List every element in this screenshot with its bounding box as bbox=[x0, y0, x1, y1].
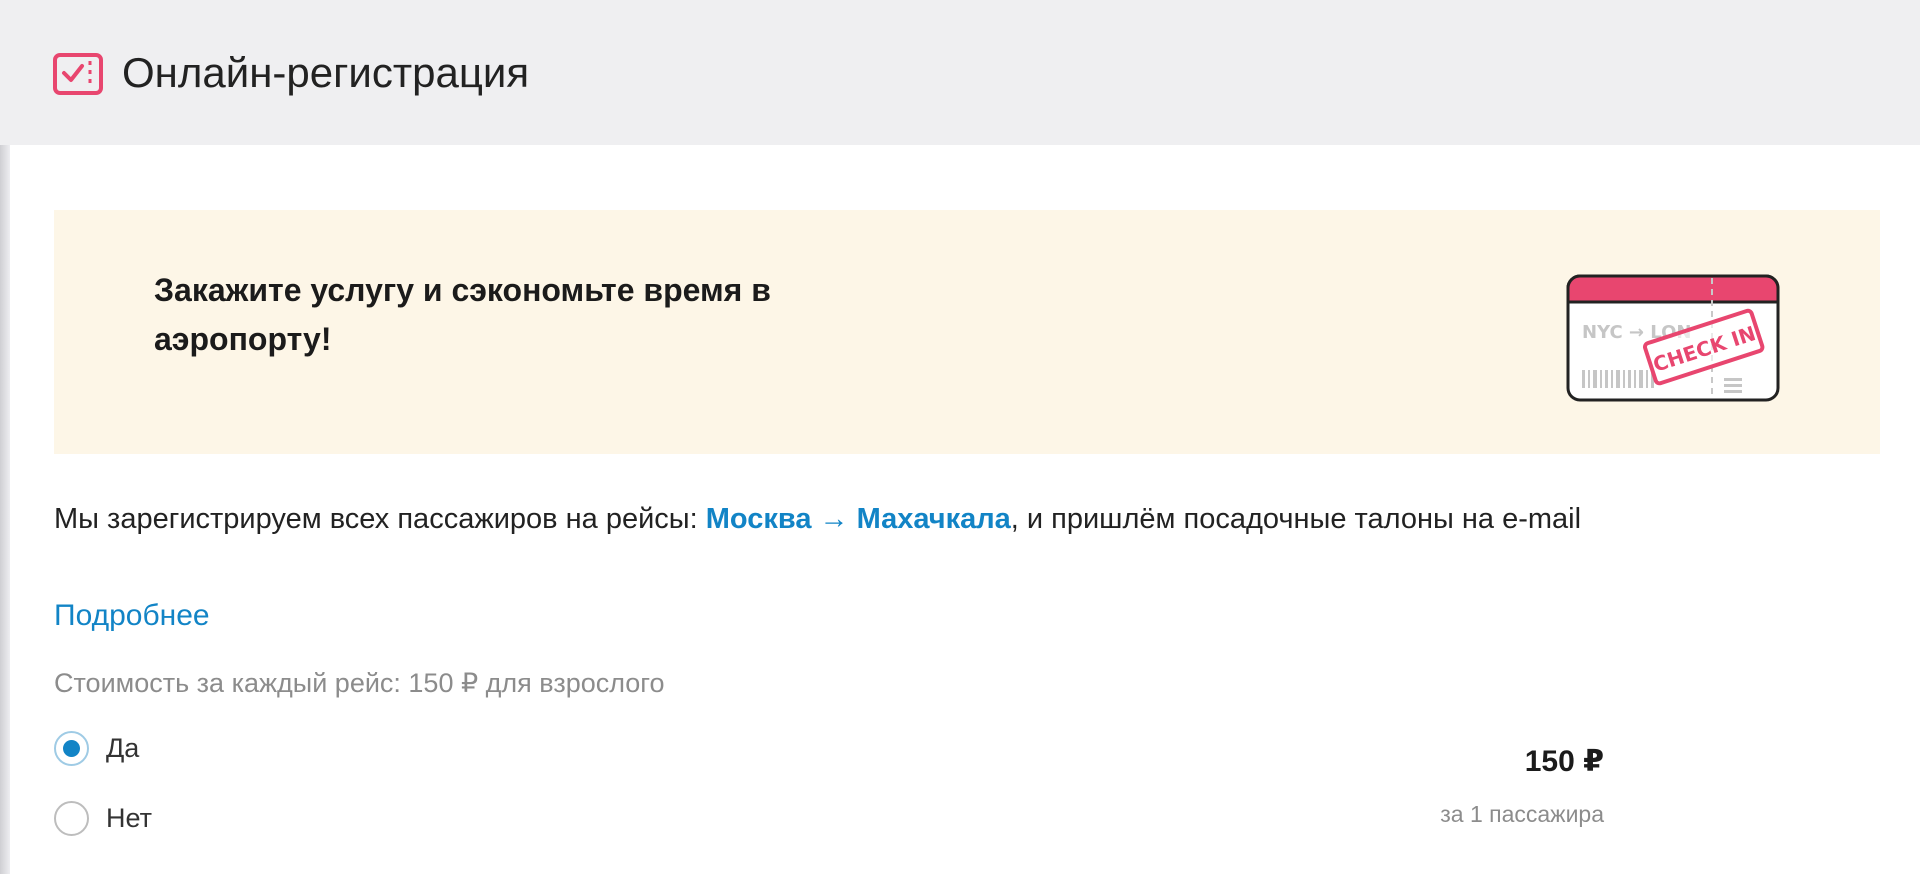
radio-no[interactable] bbox=[54, 800, 89, 836]
option-yes-label: Да bbox=[106, 733, 140, 763]
ticket-stub-lines bbox=[1724, 378, 1742, 393]
promo-banner: Закажите услугу и сэкономьте время в аэр… bbox=[54, 210, 1880, 454]
description-prefix: Мы зарегистрируем всех пассажиров на рей… bbox=[54, 503, 706, 535]
page-title: Онлайн-регистрация bbox=[122, 49, 530, 96]
online-checkin-page: Онлайн-регистрация Закажите услугу и сэк… bbox=[0, 0, 1920, 874]
promo-text: Закажите услугу и сэкономьте время в аэр… bbox=[154, 272, 771, 357]
price-amount: 150 ₽ bbox=[1524, 745, 1604, 778]
service-description: Мы зарегистрируем всех пассажиров на рей… bbox=[54, 494, 1884, 544]
price-note: Стоимость за каждый рейс: 150 ₽ для взро… bbox=[54, 668, 665, 698]
section-header: Онлайн-регистрация bbox=[0, 0, 1920, 145]
radio-selected-dot bbox=[63, 739, 80, 757]
ticket-check-icon bbox=[53, 53, 103, 95]
option-yes[interactable]: Да bbox=[54, 730, 139, 766]
description-suffix: , и пришлём посадочные талоны на e-mail bbox=[1010, 503, 1582, 535]
option-no[interactable]: Нет bbox=[54, 800, 152, 836]
route-link[interactable]: Москва → Махачкала bbox=[706, 503, 1011, 535]
check-in-ticket-icon: NYC → LON CHECK IN bbox=[1566, 274, 1780, 402]
option-no-label: Нет bbox=[106, 803, 152, 833]
radio-yes[interactable] bbox=[54, 730, 89, 766]
more-info-link[interactable]: Подробнее bbox=[54, 592, 210, 640]
price-per-passenger: за 1 пассажира bbox=[1440, 801, 1604, 827]
